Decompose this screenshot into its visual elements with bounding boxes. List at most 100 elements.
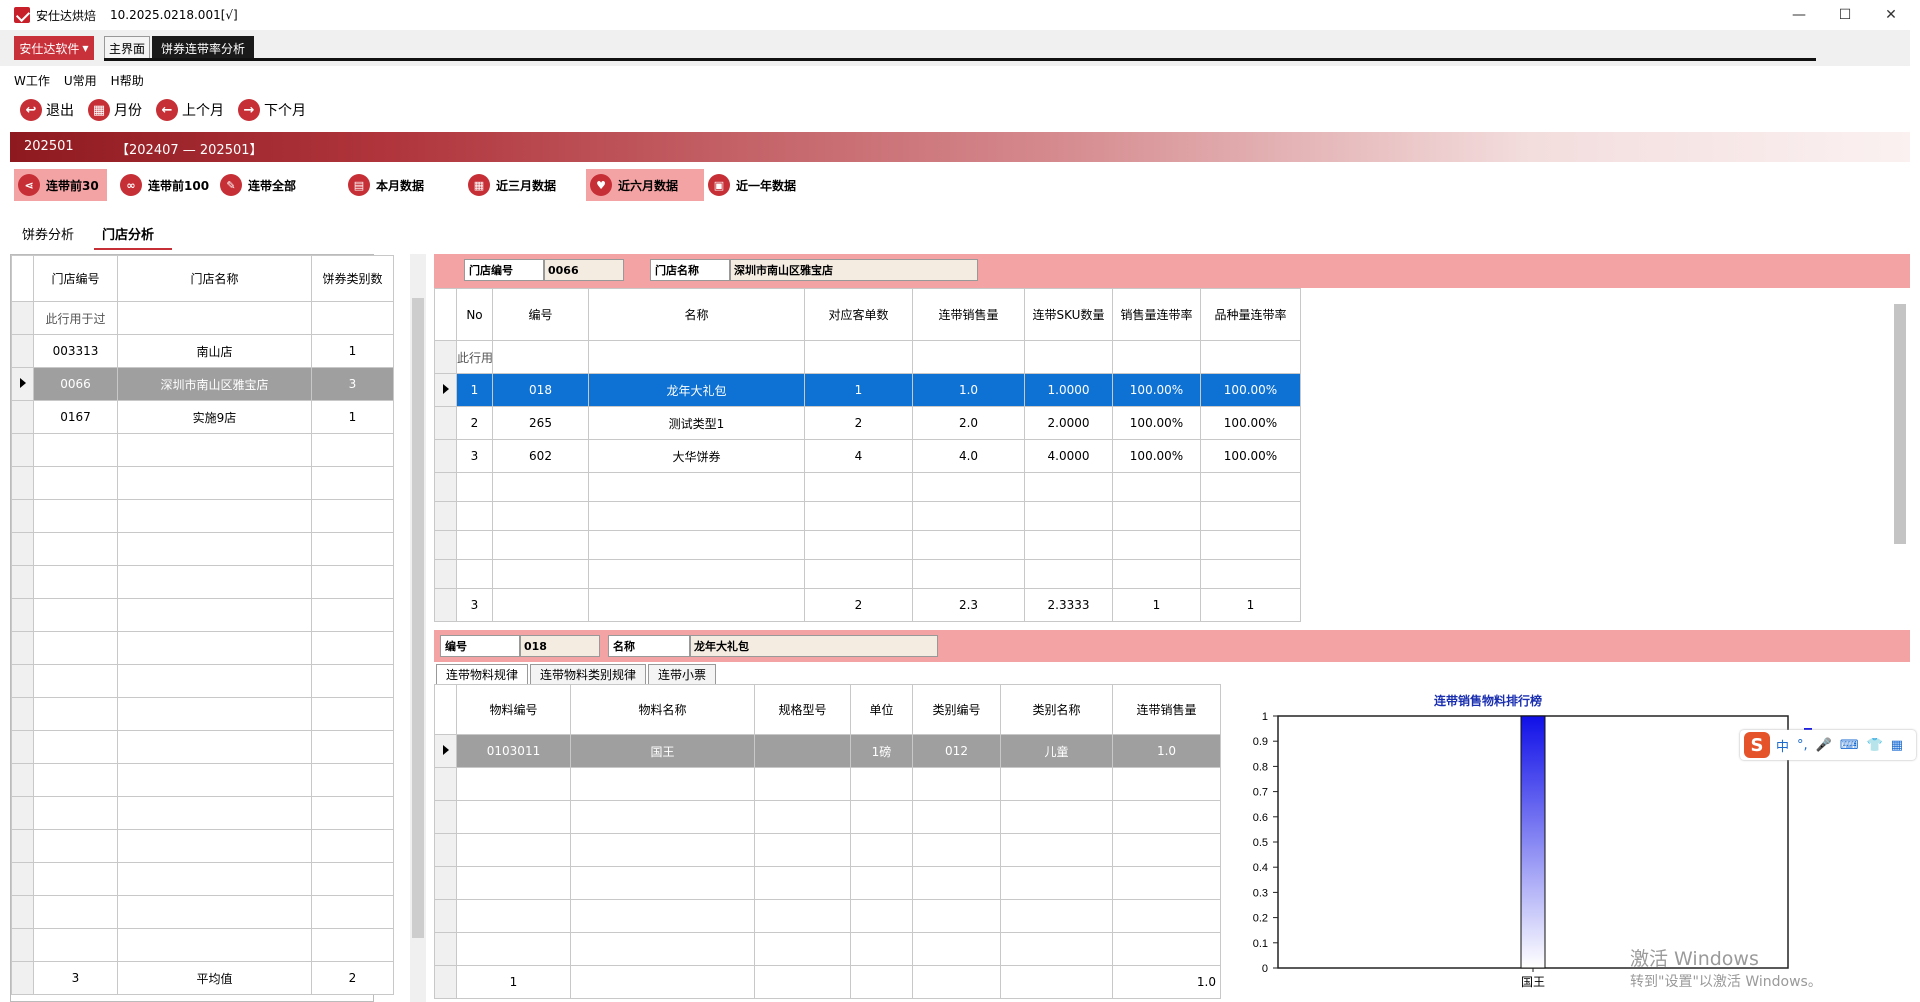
tab-coupon-analysis[interactable]: 饼券连带率分析: [152, 36, 254, 60]
keyboard-icon[interactable]: ⌨: [1840, 738, 1859, 753]
filter-cell[interactable]: [588, 340, 805, 374]
exit-button[interactable]: ↩ 退出: [20, 99, 74, 121]
filter-last6-button[interactable]: ♥ 近六月数据: [586, 169, 704, 201]
footer-empty: [754, 965, 851, 999]
maximize-button[interactable]: ☐: [1822, 0, 1868, 30]
brand-menu-button[interactable]: 安仕达软件 ▼: [14, 36, 94, 60]
row-header: [11, 730, 34, 764]
filter-cell[interactable]: 此行用: [456, 340, 493, 374]
row-header: [434, 767, 457, 801]
minimize-button[interactable]: —: [1776, 0, 1822, 30]
empty-cell: [1024, 530, 1113, 560]
tab-store-analysis[interactable]: 门店分析: [102, 224, 154, 243]
col-unit[interactable]: 单位: [850, 684, 913, 735]
col-linked-qty[interactable]: 连带销售量: [1112, 684, 1221, 735]
col-category-name[interactable]: 类别名称: [1000, 684, 1113, 735]
col-coupon-category-count[interactable]: 饼券类别数: [311, 255, 394, 302]
row-header: [11, 928, 34, 962]
filter-cell[interactable]: [1112, 340, 1201, 374]
filter-cell[interactable]: [1024, 340, 1113, 374]
filter-cell[interactable]: [804, 340, 913, 374]
table-row[interactable]: 2 265 测试类型1 2 2.0 2.0000 100.00% 100.00%: [434, 406, 1301, 440]
table-row[interactable]: 003313 南山店 1: [11, 334, 394, 368]
tab-home[interactable]: 主界面: [104, 36, 150, 60]
empty-cell: [754, 932, 851, 966]
skin-icon[interactable]: 👕: [1867, 738, 1883, 753]
table-row-selected[interactable]: 0103011 国王 1磅 012 儿童 1.0: [434, 734, 1221, 768]
filter-cell[interactable]: [117, 301, 312, 335]
filter-cell[interactable]: [492, 340, 589, 374]
filter-top100-button[interactable]: ∞ 连带前100: [116, 169, 218, 201]
filter-cell[interactable]: [912, 340, 1025, 374]
col-orders[interactable]: 对应客单数: [804, 288, 913, 341]
col-material-code[interactable]: 物料编号: [456, 684, 571, 735]
empty-row: [11, 598, 394, 632]
col-qty-rate[interactable]: 销售量连带率: [1112, 288, 1201, 341]
empty-cell: [33, 730, 118, 764]
col-material-name[interactable]: 物料名称: [570, 684, 755, 735]
col-linked-sku[interactable]: 连带SKU数量: [1024, 288, 1113, 341]
empty-row: [434, 767, 1221, 801]
store-info-bar: 门店编号 0066 门店名称 深圳市南山区雅宝店: [434, 254, 1910, 288]
store-code-cell: 0066: [33, 367, 118, 401]
filter-last6-label: 近六月数据: [618, 178, 679, 193]
table-row-selected[interactable]: 1 018 龙年大礼包 1 1.0 1.0000 100.00% 100.00%: [434, 373, 1301, 407]
empty-cell: [1112, 899, 1221, 933]
close-button[interactable]: ✕: [1868, 0, 1914, 30]
col-store-code[interactable]: 门店编号: [33, 255, 118, 302]
filter-all-button[interactable]: ✎ 连带全部: [216, 169, 305, 201]
item-name-field[interactable]: 龙年大礼包: [690, 635, 938, 657]
item-code-field[interactable]: 018: [520, 635, 600, 657]
filter-bar: ⋖ 连带前30 ∞ 连带前100 ✎ 连带全部 ▤ 本月数据 ▦ 近三月数据 ♥ 近六月数据…: [10, 166, 1910, 202]
filter-top30-button[interactable]: ⋖ 连带前30: [14, 169, 107, 201]
col-spec[interactable]: 规格型号: [754, 684, 851, 735]
microphone-icon[interactable]: 🎤: [1816, 738, 1832, 753]
ime-lang-icon[interactable]: 中: [1776, 736, 1789, 755]
ime-punct-icon[interactable]: °,: [1797, 738, 1808, 753]
filter-this-month-button[interactable]: ▤ 本月数据: [344, 169, 433, 201]
empty-cell: [912, 472, 1025, 502]
tab-linked-material-category[interactable]: 连带物料类别规律: [530, 664, 646, 684]
next-month-button[interactable]: → 下个月: [238, 99, 306, 121]
scrollbar-thumb[interactable]: [1894, 304, 1906, 544]
tab-coupon-analysis-sub[interactable]: 饼券分析: [22, 224, 74, 243]
ime-toolbar[interactable]: S 中 °, 🎤 ⌨ 👕 ▦: [1740, 730, 1916, 760]
empty-row: [11, 895, 394, 929]
month-button[interactable]: ▦ 月份: [88, 99, 142, 121]
col-name[interactable]: 名称: [588, 288, 805, 341]
col-store-name[interactable]: 门店名称: [117, 255, 312, 302]
empty-cell: [1112, 932, 1221, 966]
col-code[interactable]: 编号: [492, 288, 589, 341]
filter-last3-button[interactable]: ▦ 近三月数据: [464, 169, 565, 201]
sku-cell: 1.0000: [1024, 373, 1113, 407]
col-sku-rate[interactable]: 品种量连带率: [1200, 288, 1301, 341]
store-name-field[interactable]: 深圳市南山区雅宝店: [730, 259, 978, 281]
col-no[interactable]: No: [456, 288, 493, 341]
store-name-cell: 南山店: [117, 334, 312, 368]
tab-linked-material[interactable]: 连带物料规律: [436, 664, 528, 684]
menu-help[interactable]: H帮助: [111, 72, 144, 89]
row-header: [434, 406, 457, 440]
prev-month-button[interactable]: ← 上个月: [156, 99, 224, 121]
y-tick-label: 0.6: [1253, 812, 1268, 824]
filter-cell[interactable]: [311, 301, 394, 335]
store-grid-scrollbar[interactable]: [410, 254, 426, 1002]
col-category-code[interactable]: 类别编号: [912, 684, 1001, 735]
filter-cell[interactable]: 此行用于过: [33, 301, 118, 335]
table-row-selected[interactable]: 0066 深圳市南山区雅宝店 3: [11, 367, 394, 401]
coupon-grid-scrollbar[interactable]: [1890, 288, 1910, 622]
empty-cell: [1000, 899, 1113, 933]
menu-work[interactable]: W工作: [14, 72, 50, 89]
footer-qty: 1.0: [1112, 965, 1221, 999]
scrollbar-thumb[interactable]: [412, 298, 424, 938]
table-row[interactable]: 0167 实施9店 1: [11, 400, 394, 434]
menu-common[interactable]: U常用: [64, 72, 97, 89]
store-code-field[interactable]: 0066: [544, 259, 624, 281]
table-row[interactable]: 3 602 大华饼券 4 4.0 4.0000 100.00% 100.00%: [434, 439, 1301, 473]
filter-cell[interactable]: [1200, 340, 1301, 374]
orders-cell: 1: [804, 373, 913, 407]
tab-linked-receipt[interactable]: 连带小票: [648, 664, 716, 684]
filter-last12-button[interactable]: ▣ 近一年数据: [704, 169, 805, 201]
grid-menu-icon[interactable]: ▦: [1891, 738, 1903, 753]
col-linked-qty[interactable]: 连带销售量: [912, 288, 1025, 341]
